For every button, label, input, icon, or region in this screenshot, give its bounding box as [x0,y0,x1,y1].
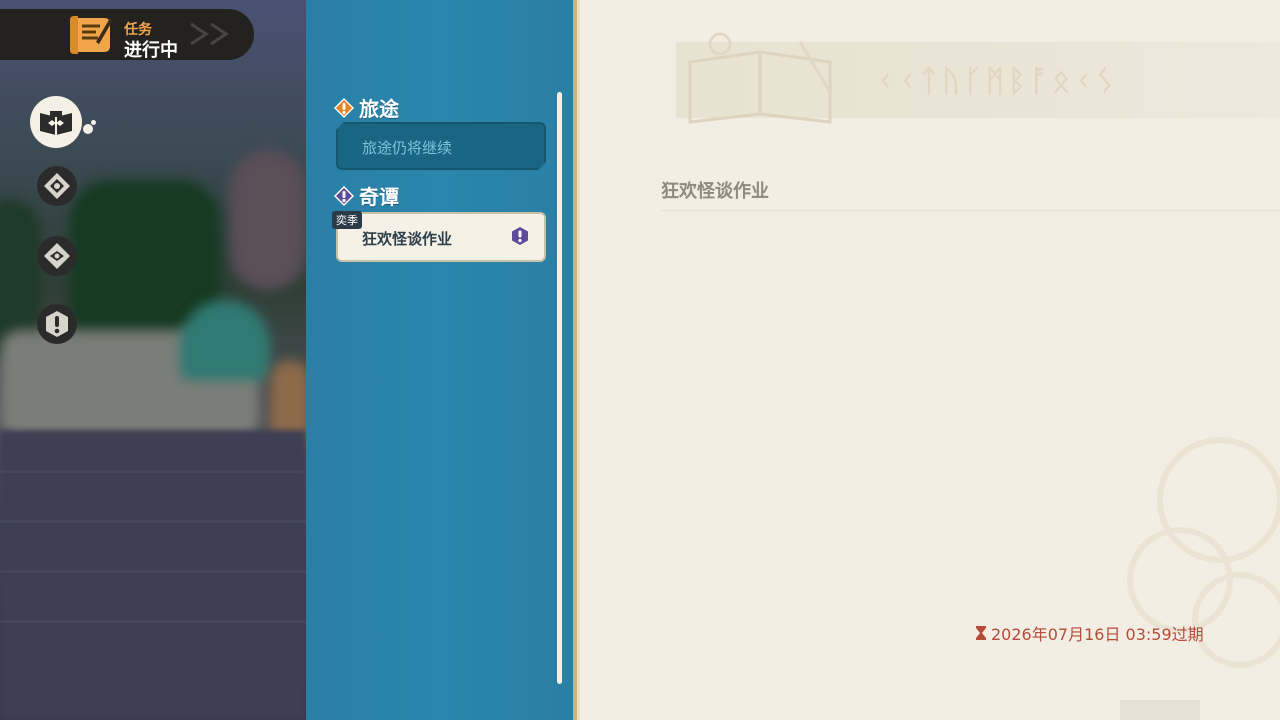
bg-stripe [0,470,306,473]
quest-item-label: 狂欢怪谈作业 [362,230,453,248]
category-journal-button[interactable] [30,96,82,148]
bg-dome [180,300,270,380]
section-journey-header: 旅途 [333,93,399,122]
divider [661,210,1280,211]
section-tales-header: 奇谭 [333,181,399,210]
quest-item[interactable]: 旅途仍将继续 [336,122,546,170]
quest-item-label: 旅途仍将继续 [362,139,453,157]
section-title: 奇谭 [359,185,399,209]
exclamation-icon [46,311,68,337]
bg-stripe [0,520,306,523]
quest-alert-icon [512,227,528,245]
category-alert-button[interactable] [37,304,77,344]
bubble-dot [91,120,96,125]
quest-status-badge[interactable]: 任务 进行中 [0,9,254,61]
quest-scroll-icon [70,16,113,54]
decorative-pattern-icon [190,22,229,46]
hourglass-icon [976,626,986,640]
open-book-illustration-icon [688,32,832,124]
quest-item-selected[interactable]: 狂欢怪谈作业 [336,212,546,262]
detail-title: 狂欢怪谈作业 [661,181,769,202]
tales-alert-icon [334,185,354,206]
bg-stripe [0,620,306,623]
compass-diamond-icon [44,173,70,199]
banner-rune-text: ᚲᚲᛏᚢᚴᛗᛒᚩᛟᚲᛊ [876,64,1118,99]
bubble-dot [83,124,93,134]
decorative-watermark-icon [1127,437,1280,668]
section-title: 旅途 [359,97,399,121]
category-gear-button[interactable] [37,236,77,276]
journey-alert-icon [334,97,354,118]
bottom-strip [1120,700,1200,720]
bg-building [230,150,306,290]
quest-status: 进行中 [124,40,178,61]
bg-ground [0,430,306,720]
book-icon [40,111,72,135]
category-compass-button[interactable] [37,166,77,206]
quest-list-scrollbar[interactable] [557,92,562,684]
gear-diamond-icon [44,243,70,269]
expire-time: 2026年07月16日 03:59过期 [975,621,1204,645]
bg-stripe [0,570,306,573]
expire-text: 2026年07月16日 03:59过期 [991,625,1204,644]
season-tag: 奕季 [332,211,362,229]
